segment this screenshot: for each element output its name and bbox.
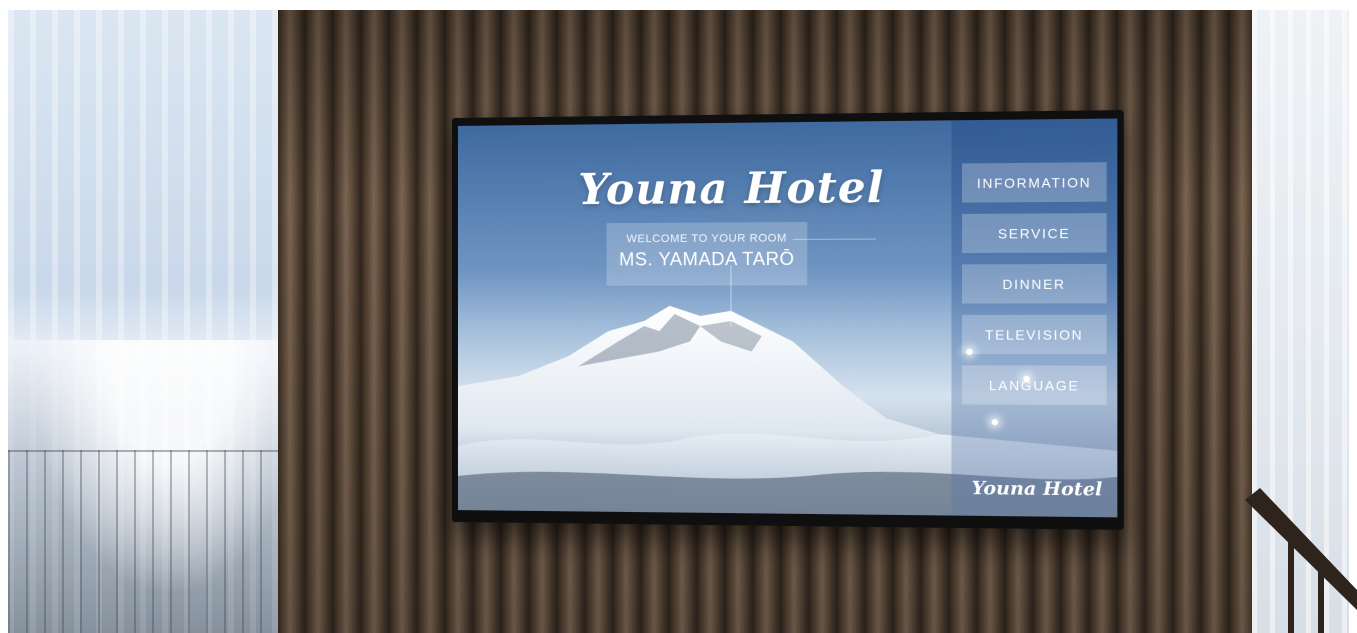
footer-brand-logo: Youna Hotel — [971, 477, 1103, 501]
menu-information-button[interactable]: INFORMATION — [962, 162, 1107, 203]
welcome-box: WELCOME TO YOUR ROOM MS. YAMADA TARŌ — [606, 222, 808, 286]
menu-television-button[interactable]: TELEVISION — [962, 314, 1107, 355]
sparkle-icon — [966, 348, 973, 356]
hotel-room-scene: Youna Hotel WELCOME TO YOUR ROOM MS. YAM… — [0, 0, 1357, 633]
stair-railing — [1245, 488, 1357, 633]
guest-name: MS. YAMADA TARŌ — [619, 248, 795, 270]
tv-screen: Youna Hotel WELCOME TO YOUR ROOM MS. YAM… — [457, 118, 1118, 518]
sparkle-icon — [1023, 375, 1030, 383]
sparkle-icon — [991, 419, 998, 426]
menu-panel: INFORMATION SERVICE DINNER TELEVISION LA… — [951, 118, 1118, 518]
welcome-text: WELCOME TO YOUR ROOM — [626, 232, 787, 246]
balcony-railing — [8, 450, 278, 633]
menu-service-button[interactable]: SERVICE — [962, 213, 1107, 254]
tv-display: Youna Hotel WELCOME TO YOUR ROOM MS. YAM… — [452, 110, 1124, 530]
left-window-curtain — [8, 10, 278, 633]
hotel-brand-title: Youna Hotel — [578, 162, 885, 215]
menu-dinner-button[interactable]: DINNER — [962, 263, 1107, 304]
menu-language-button[interactable]: LANGUAGE — [962, 365, 1107, 406]
